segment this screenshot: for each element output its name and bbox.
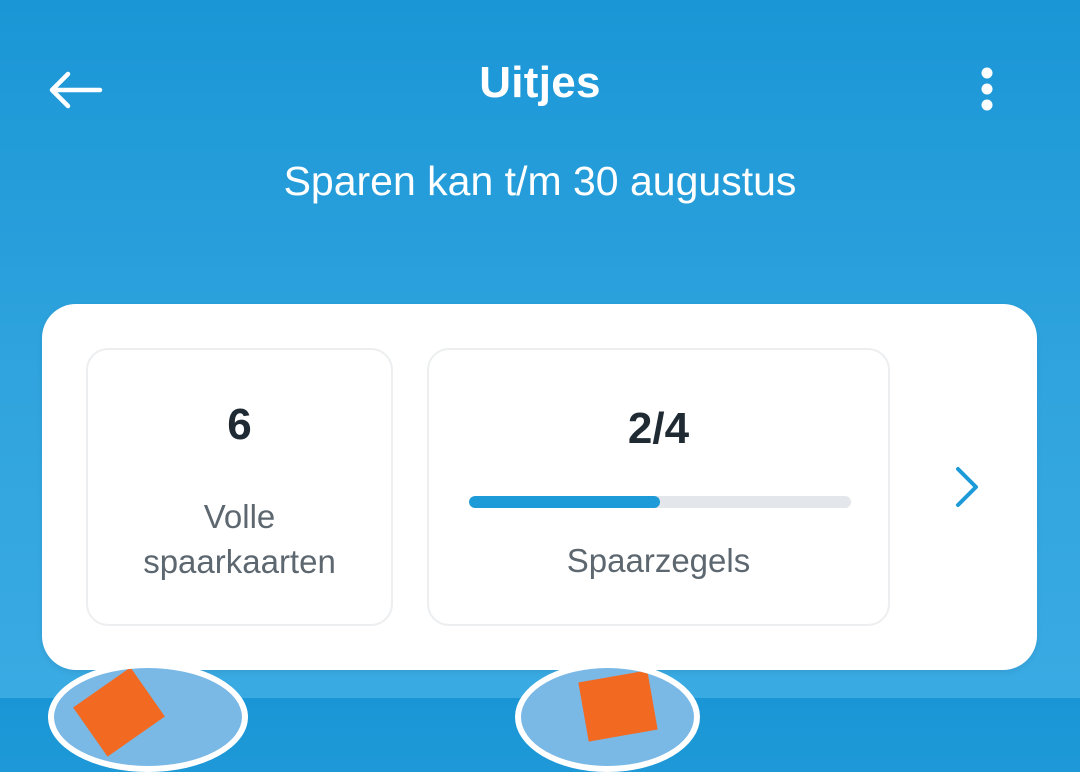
stamps-progress-fill bbox=[469, 496, 660, 508]
outing-badge[interactable] bbox=[48, 662, 248, 772]
outing-badge-art bbox=[578, 670, 658, 742]
saving-deadline-text: Sparen kan t/m 30 augustus bbox=[283, 158, 797, 204]
chevron-right-icon bbox=[956, 467, 978, 507]
full-cards-label-line1: Volle bbox=[203, 498, 276, 535]
stamps-tile: 2/4 Spaarzegels bbox=[427, 348, 890, 626]
stamps-progress-bar bbox=[469, 496, 851, 508]
stamps-label: Spaarzegels bbox=[566, 542, 751, 579]
full-cards-count: 6 bbox=[227, 400, 252, 449]
outing-badge[interactable] bbox=[515, 662, 700, 772]
full-cards-label-line2: spaarkaarten bbox=[143, 543, 336, 580]
savings-summary-card[interactable]: 6 Volle spaarkaarten 2/4 Spaarzegels bbox=[42, 304, 1037, 670]
more-vertical-icon bbox=[981, 67, 993, 111]
full-cards-label: Volle spaarkaarten bbox=[88, 494, 391, 584]
more-options-button[interactable] bbox=[955, 55, 1019, 123]
page-title: Uitjes bbox=[479, 58, 601, 107]
full-cards-tile: 6 Volle spaarkaarten bbox=[86, 348, 393, 626]
outing-badge-art bbox=[73, 668, 165, 757]
app-bar: Uitjes bbox=[0, 0, 1080, 170]
stamps-count: 2/4 bbox=[627, 404, 690, 453]
details-chevron-button[interactable] bbox=[937, 454, 997, 520]
